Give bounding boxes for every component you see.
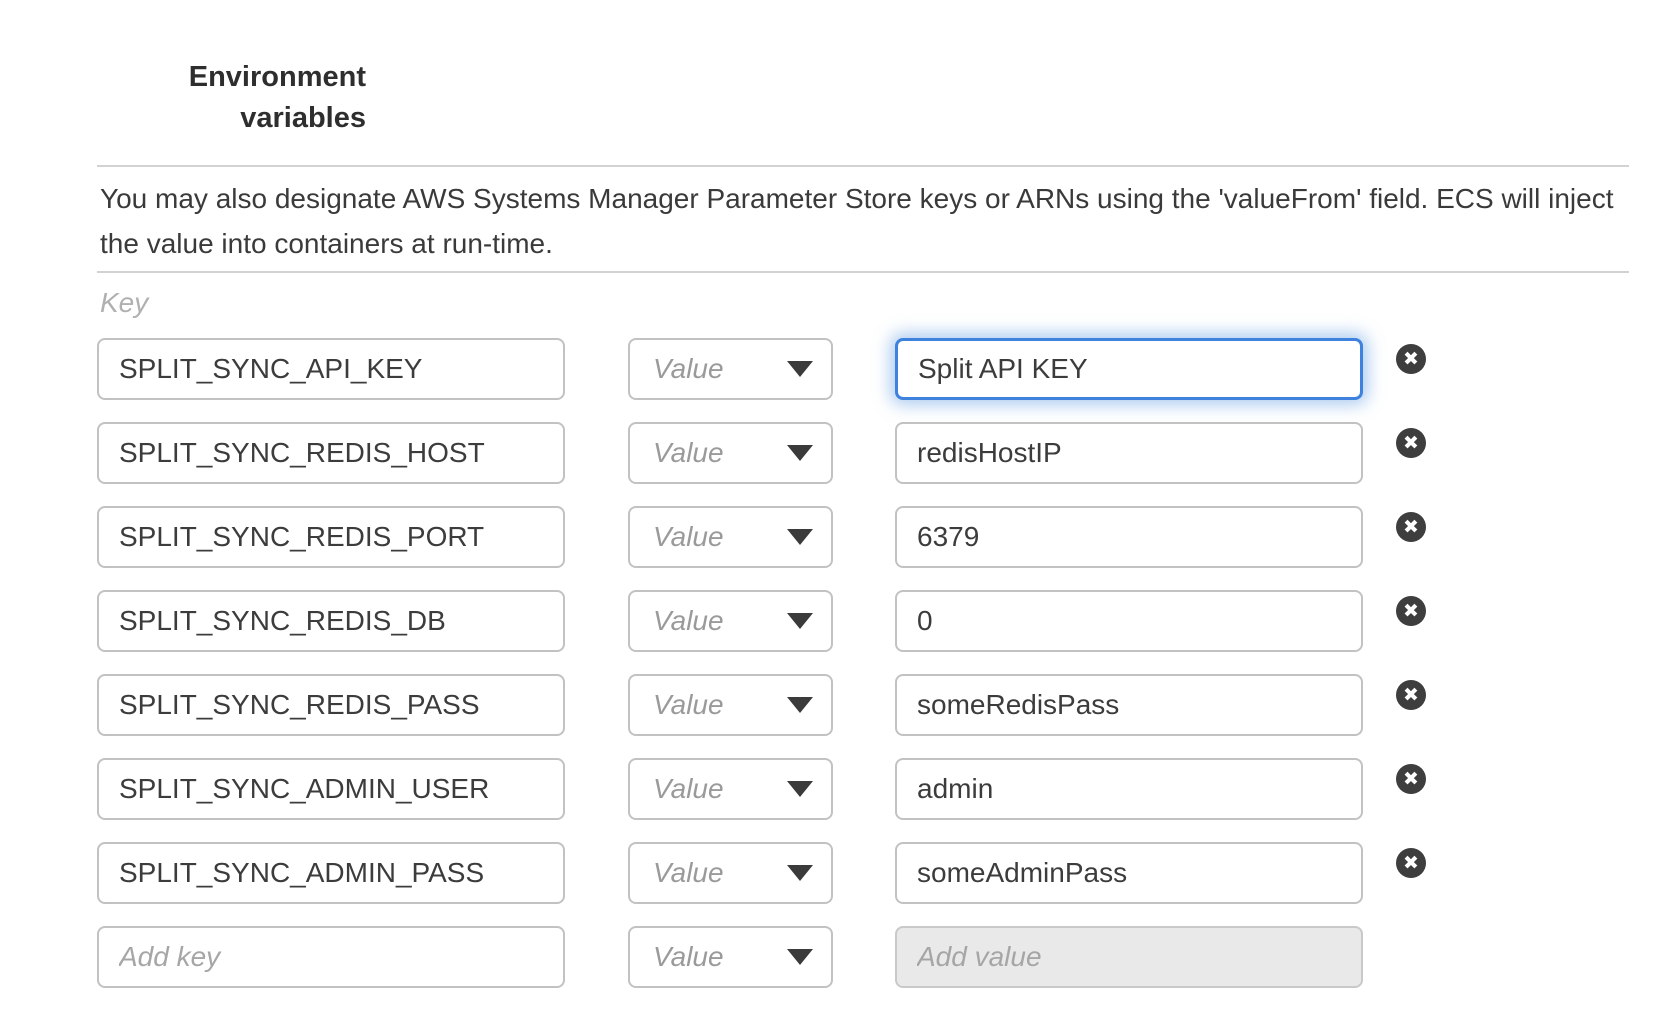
- chevron-down-icon: [787, 445, 813, 461]
- remove-row-button[interactable]: ✖: [1396, 680, 1426, 710]
- value-type-dropdown[interactable]: Value: [628, 422, 833, 484]
- add-key-input[interactable]: [97, 926, 565, 988]
- x-circle-icon: ✖: [1403, 518, 1419, 537]
- value-type-label: Value: [653, 353, 724, 385]
- value-type-dropdown[interactable]: Value: [628, 926, 833, 988]
- key-column-label: Key: [100, 287, 148, 319]
- label-line-2: variables: [0, 98, 366, 139]
- value-type-label: Value: [653, 521, 724, 553]
- env-value-input[interactable]: [895, 842, 1363, 904]
- top-divider: [97, 165, 1629, 167]
- environment-variables-section: Environment variables You may also desig…: [0, 0, 1678, 1018]
- env-value-input[interactable]: [895, 590, 1363, 652]
- value-type-dropdown[interactable]: Value: [628, 338, 833, 400]
- env-value-input[interactable]: [895, 758, 1363, 820]
- env-value-input[interactable]: [895, 422, 1363, 484]
- env-key-input[interactable]: [97, 338, 565, 400]
- chevron-down-icon: [787, 697, 813, 713]
- value-type-label: Value: [653, 689, 724, 721]
- env-value-input[interactable]: [895, 506, 1363, 568]
- env-value-input[interactable]: [895, 674, 1363, 736]
- label-line-1: Environment: [0, 57, 366, 98]
- env-key-input[interactable]: [97, 674, 565, 736]
- bottom-divider: [97, 271, 1629, 273]
- value-type-label: Value: [653, 773, 724, 805]
- description-text: You may also designate AWS Systems Manag…: [100, 176, 1630, 266]
- env-var-row: Value ✖: [97, 842, 1426, 904]
- remove-row-button[interactable]: ✖: [1396, 344, 1426, 374]
- x-circle-icon: ✖: [1403, 770, 1419, 789]
- value-type-label: Value: [653, 941, 724, 973]
- chevron-down-icon: [787, 613, 813, 629]
- chevron-down-icon: [787, 361, 813, 377]
- value-type-dropdown[interactable]: Value: [628, 590, 833, 652]
- x-circle-icon: ✖: [1403, 686, 1419, 705]
- value-type-dropdown[interactable]: Value: [628, 506, 833, 568]
- env-key-input[interactable]: [97, 590, 565, 652]
- env-key-input[interactable]: [97, 758, 565, 820]
- env-var-row: Value ✖: [97, 590, 1426, 652]
- env-var-rows: Value ✖ Value ✖ Value: [97, 338, 1426, 1010]
- add-env-var-row: Value: [97, 926, 1426, 988]
- value-type-dropdown[interactable]: Value: [628, 842, 833, 904]
- x-circle-icon: ✖: [1403, 602, 1419, 621]
- env-key-input[interactable]: [97, 842, 565, 904]
- env-var-row: Value ✖: [97, 674, 1426, 736]
- value-type-label: Value: [653, 437, 724, 469]
- env-var-row: Value ✖: [97, 422, 1426, 484]
- remove-row-button[interactable]: ✖: [1396, 764, 1426, 794]
- value-type-label: Value: [653, 857, 724, 889]
- env-key-input[interactable]: [97, 506, 565, 568]
- chevron-down-icon: [787, 781, 813, 797]
- x-circle-icon: ✖: [1403, 854, 1419, 873]
- value-type-dropdown[interactable]: Value: [628, 674, 833, 736]
- env-value-input[interactable]: [895, 338, 1363, 400]
- chevron-down-icon: [787, 865, 813, 881]
- add-value-input: [895, 926, 1363, 988]
- remove-row-button[interactable]: ✖: [1396, 848, 1426, 878]
- x-circle-icon: ✖: [1403, 350, 1419, 369]
- env-key-input[interactable]: [97, 422, 565, 484]
- env-var-row: Value ✖: [97, 338, 1426, 400]
- environment-variables-label: Environment variables: [0, 57, 366, 139]
- remove-row-button[interactable]: ✖: [1396, 512, 1426, 542]
- value-type-label: Value: [653, 605, 724, 637]
- chevron-down-icon: [787, 949, 813, 965]
- env-var-row: Value ✖: [97, 758, 1426, 820]
- chevron-down-icon: [787, 529, 813, 545]
- value-type-dropdown[interactable]: Value: [628, 758, 833, 820]
- env-var-row: Value ✖: [97, 506, 1426, 568]
- remove-row-button[interactable]: ✖: [1396, 428, 1426, 458]
- x-circle-icon: ✖: [1403, 434, 1419, 453]
- remove-row-button[interactable]: ✖: [1396, 596, 1426, 626]
